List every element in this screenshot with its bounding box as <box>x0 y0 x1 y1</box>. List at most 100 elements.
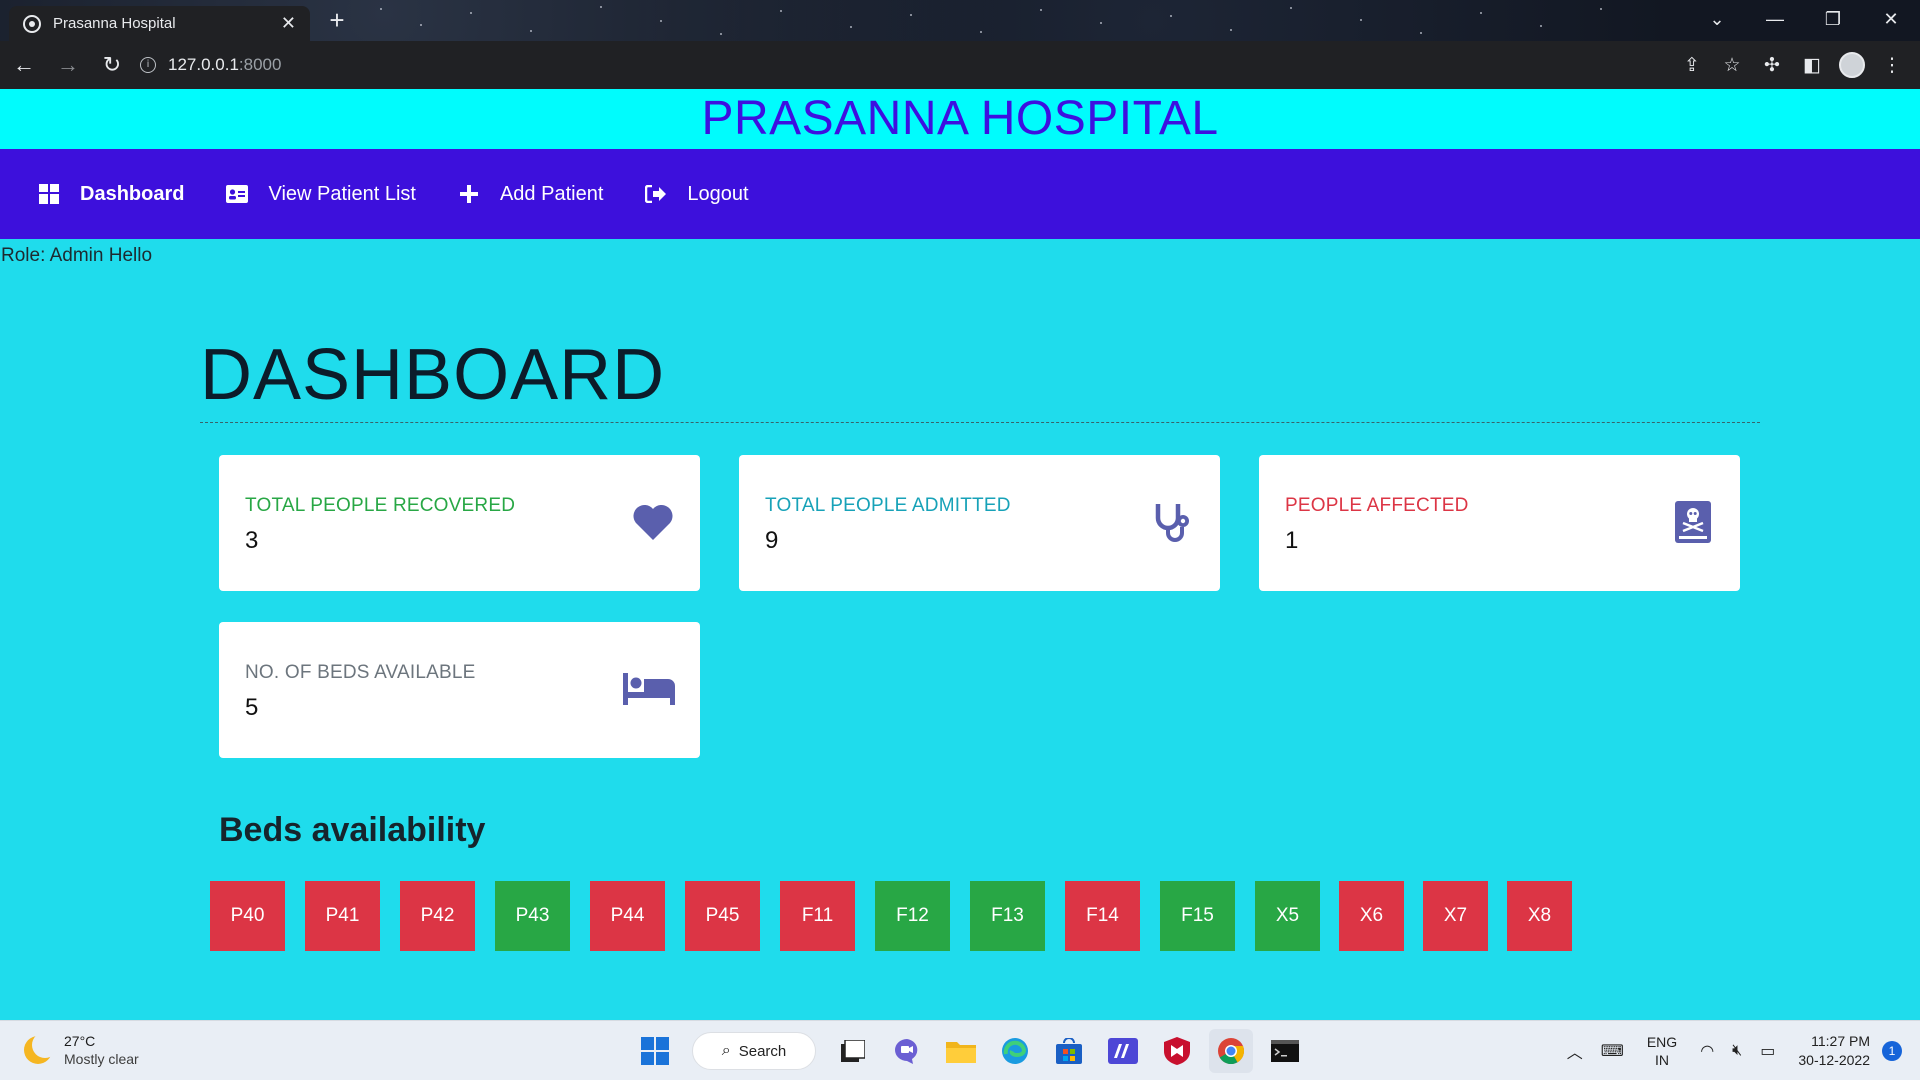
task-view-icon[interactable] <box>831 1029 875 1073</box>
notification-badge[interactable]: 1 <box>1882 1041 1902 1061</box>
minimize-icon[interactable]: — <box>1746 0 1804 38</box>
taskbar-apps: ⌕ Search <box>628 1029 1312 1073</box>
terminal-icon[interactable] <box>1263 1029 1307 1073</box>
browser-tab-bar: Prasanna Hospital ✕ + ⌄ — ❐ ✕ <box>0 0 1920 41</box>
bed-button[interactable]: P43 <box>495 881 570 951</box>
beds-availability-heading: Beds availability <box>219 811 486 849</box>
wifi-icon[interactable]: ◠ <box>1700 1041 1714 1061</box>
bed-button[interactable]: P42 <box>400 881 475 951</box>
bed-button[interactable]: F14 <box>1065 881 1140 951</box>
nav-dashboard[interactable]: Dashboard <box>38 183 184 206</box>
reload-icon[interactable]: ↻ <box>92 45 132 85</box>
weather-desc: Mostly clear <box>64 1051 139 1067</box>
lang-code: ENG <box>1646 1034 1678 1050</box>
globe-icon <box>23 14 41 33</box>
extensions-puzzle-icon[interactable]: ✣ <box>1752 47 1792 83</box>
bed-button[interactable]: F13 <box>970 881 1045 951</box>
card-affected-value: 1 <box>1285 527 1299 554</box>
mcafee-shield-icon[interactable] <box>1155 1029 1199 1073</box>
lang-region: IN <box>1655 1052 1670 1068</box>
edge-browser-icon[interactable] <box>993 1029 1037 1073</box>
language-indicator[interactable]: ENG IN <box>1647 1033 1677 1069</box>
toolbar-actions: ⇪ ☆ ✣ ◧ ⋮ <box>1672 47 1912 83</box>
bed-button[interactable]: F12 <box>875 881 950 951</box>
card-recovered: TOTAL PEOPLE RECOVERED 3 <box>219 455 700 591</box>
site-title: PRASANNA HOSPITAL <box>0 89 1920 149</box>
dashboard-heading: DASHBOARD <box>200 335 666 415</box>
weather-temp: 27°C <box>64 1033 96 1049</box>
forward-arrow-icon[interactable]: → <box>48 45 88 85</box>
dashboard-grid-icon <box>38 183 60 205</box>
book-dead-icon <box>1670 499 1716 545</box>
store-icon[interactable] <box>1047 1029 1091 1073</box>
card-admitted-label: TOTAL PEOPLE ADMITTED <box>765 495 1011 516</box>
plus-icon <box>458 183 480 205</box>
app-m-icon[interactable] <box>1101 1029 1145 1073</box>
restore-icon[interactable]: ❐ <box>1804 0 1862 38</box>
bed-button[interactable]: P44 <box>590 881 665 951</box>
taskbar-search[interactable]: ⌕ Search <box>692 1032 816 1070</box>
browser-tab[interactable]: Prasanna Hospital ✕ <box>9 6 310 41</box>
weather-widget[interactable]: 27°C Mostly clear <box>24 1032 139 1067</box>
bed-button[interactable]: P45 <box>685 881 760 951</box>
windows-logo-icon <box>641 1037 669 1065</box>
nav-logout-label: Logout <box>687 182 749 205</box>
bed-button[interactable]: P41 <box>305 881 380 951</box>
moon-icon <box>24 1032 58 1064</box>
search-icon: ⌕ <box>721 1042 731 1059</box>
profile-avatar[interactable] <box>1839 52 1865 78</box>
bookmark-star-icon[interactable]: ☆ <box>1712 47 1752 83</box>
bed-button[interactable]: X5 <box>1255 881 1320 951</box>
new-tab-button[interactable]: + <box>322 6 352 36</box>
window-controls: ⌄ — ❐ ✕ <box>1688 0 1920 38</box>
address-bar[interactable]: i 127.0.0.1 :8000 <box>140 47 1670 83</box>
system-tray: ︿ ⌨ ENG IN ◠ 🔇︎ ▭ 11:27 PM 30-12-2022 1 <box>1558 1021 1920 1080</box>
card-recovered-value: 3 <box>245 527 259 554</box>
bed-button[interactable]: X7 <box>1423 881 1488 951</box>
tab-search-chevron-icon[interactable]: ⌄ <box>1688 0 1746 38</box>
nav-view-patient-list-label: View Patient List <box>268 182 416 205</box>
taskbar-search-label: Search <box>738 1042 787 1060</box>
stethoscope-icon <box>1150 499 1196 545</box>
nav-logout[interactable]: Logout <box>645 182 749 206</box>
bed-button[interactable]: X8 <box>1507 881 1572 951</box>
speaker-muted-icon[interactable]: 🔇︎ <box>1732 1042 1742 1060</box>
card-beds-label: NO. OF BEDS AVAILABLE <box>245 662 476 683</box>
side-panel-icon[interactable]: ◧ <box>1792 47 1832 83</box>
share-icon[interactable]: ⇪ <box>1672 47 1712 83</box>
teams-chat-icon[interactable] <box>885 1029 929 1073</box>
chevron-up-icon[interactable]: ︿ <box>1567 1039 1583 1063</box>
clock-date: 30-12-2022 <box>1798 1052 1870 1068</box>
card-admitted-value: 9 <box>765 527 779 554</box>
main-nav: Dashboard View Patient List Add Patient … <box>0 149 1920 239</box>
file-explorer-icon[interactable] <box>939 1029 983 1073</box>
back-arrow-icon[interactable]: ← <box>4 45 44 85</box>
card-beds-available: NO. OF BEDS AVAILABLE 5 <box>219 622 700 758</box>
battery-icon[interactable]: ▭ <box>1760 1041 1775 1061</box>
chrome-icon[interactable] <box>1209 1029 1253 1073</box>
bed-button[interactable]: F15 <box>1160 881 1235 951</box>
bed-icon <box>622 666 676 712</box>
card-affected-label: PEOPLE AFFECTED <box>1285 495 1469 516</box>
bed-button[interactable]: X6 <box>1339 881 1404 951</box>
clock[interactable]: 11:27 PM 30-12-2022 <box>1798 1032 1870 1070</box>
bed-button[interactable]: P40 <box>210 881 285 951</box>
nav-add-patient-label: Add Patient <box>499 182 604 205</box>
web-page: PRASANNA HOSPITAL Dashboard View Patient… <box>0 89 1920 1020</box>
tab-close-icon[interactable]: ✕ <box>281 13 296 34</box>
nav-view-patient-list[interactable]: View Patient List <box>226 183 416 206</box>
close-window-icon[interactable]: ✕ <box>1862 0 1920 38</box>
tab-title: Prasanna Hospital <box>53 15 176 32</box>
browser-toolbar: ← → ↻ i 127.0.0.1 :8000 ⇪ ☆ ✣ ◧ ⋮ <box>0 41 1920 89</box>
os-taskbar: 27°C Mostly clear ⌕ Search ︿ ⌨ ENG IN ◠ … <box>0 1020 1920 1080</box>
heading-divider <box>200 422 1760 423</box>
sign-out-icon <box>645 183 667 205</box>
menu-dots-icon[interactable]: ⋮ <box>1872 47 1912 83</box>
nav-add-patient[interactable]: Add Patient <box>458 183 603 206</box>
site-info-icon[interactable]: i <box>140 57 156 73</box>
role-greeting: Role: Admin Hello <box>1 245 153 266</box>
bed-button[interactable]: F11 <box>780 881 855 951</box>
keyboard-icon[interactable]: ⌨ <box>1601 1041 1624 1061</box>
start-button[interactable] <box>633 1029 677 1073</box>
clock-time: 11:27 PM <box>1811 1033 1870 1049</box>
